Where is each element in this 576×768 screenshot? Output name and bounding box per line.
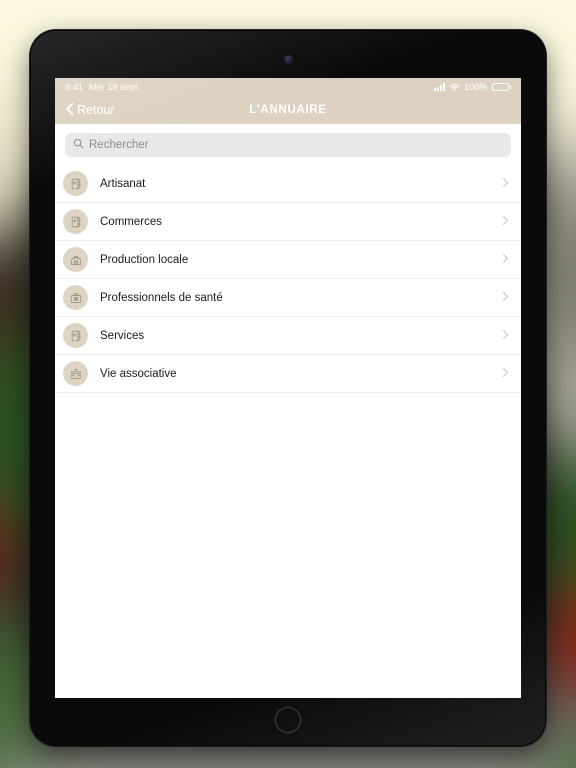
people-group-icon bbox=[63, 361, 88, 386]
notebook-icon bbox=[63, 171, 88, 196]
chevron-right-icon bbox=[502, 175, 509, 193]
search-input[interactable]: Rechercher bbox=[65, 133, 511, 157]
list-item[interactable]: Production locale bbox=[55, 241, 521, 279]
cellular-signal-icon bbox=[434, 83, 446, 91]
list-item[interactable]: Services bbox=[55, 317, 521, 355]
list-item-label: Production locale bbox=[100, 253, 189, 266]
chevron-right-icon bbox=[502, 213, 509, 231]
page-title: L'ANNUAIRE bbox=[249, 104, 327, 116]
barn-icon bbox=[63, 247, 88, 272]
chevron-right-icon bbox=[502, 327, 509, 345]
category-list: Artisanat Commerces Production locale Profe… bbox=[55, 165, 521, 393]
list-item[interactable]: Artisanat bbox=[55, 165, 521, 203]
list-item[interactable]: Professionnels de santé bbox=[55, 279, 521, 317]
background-photo: 9:41 Mer 18 sept. 100% Retour L'ANNUAIRE… bbox=[0, 0, 576, 768]
search-bar-container: Rechercher bbox=[55, 124, 521, 165]
list-item-label: Services bbox=[100, 329, 145, 342]
status-time: 9:41 bbox=[65, 82, 83, 92]
battery-percent-label: 100% bbox=[464, 82, 488, 92]
list-item-label: Artisanat bbox=[100, 177, 146, 190]
navigation-bar: Retour L'ANNUAIRE bbox=[55, 96, 521, 124]
list-item-label: Commerces bbox=[100, 215, 162, 228]
wifi-icon bbox=[449, 83, 460, 92]
chevron-right-icon bbox=[502, 251, 509, 269]
list-item-label: Vie associative bbox=[100, 367, 177, 380]
list-item-label: Professionnels de santé bbox=[100, 291, 223, 304]
status-date: Mer 18 sept. bbox=[88, 82, 141, 92]
notebook-icon bbox=[63, 323, 88, 348]
search-icon bbox=[73, 136, 84, 154]
search-placeholder: Rechercher bbox=[89, 139, 149, 151]
tablet-screen: 9:41 Mer 18 sept. 100% Retour L'ANNUAIRE… bbox=[55, 78, 521, 698]
tablet-device-frame: 9:41 Mer 18 sept. 100% Retour L'ANNUAIRE… bbox=[30, 30, 546, 746]
back-button-label: Retour bbox=[77, 103, 115, 117]
list-item[interactable]: Commerces bbox=[55, 203, 521, 241]
notebook-icon bbox=[63, 209, 88, 234]
back-button[interactable]: Retour bbox=[65, 102, 115, 119]
medical-bag-icon bbox=[63, 285, 88, 310]
battery-full-icon bbox=[491, 83, 511, 91]
content-area: Rechercher Artisanat Commerces Production … bbox=[55, 124, 521, 698]
chevron-right-icon bbox=[502, 289, 509, 307]
list-item[interactable]: Vie associative bbox=[55, 355, 521, 393]
home-button[interactable] bbox=[275, 707, 301, 733]
camera-dot-icon bbox=[284, 56, 292, 63]
status-bar: 9:41 Mer 18 sept. 100% bbox=[55, 78, 521, 96]
chevron-right-icon bbox=[502, 365, 509, 383]
chevron-left-icon bbox=[65, 102, 74, 119]
